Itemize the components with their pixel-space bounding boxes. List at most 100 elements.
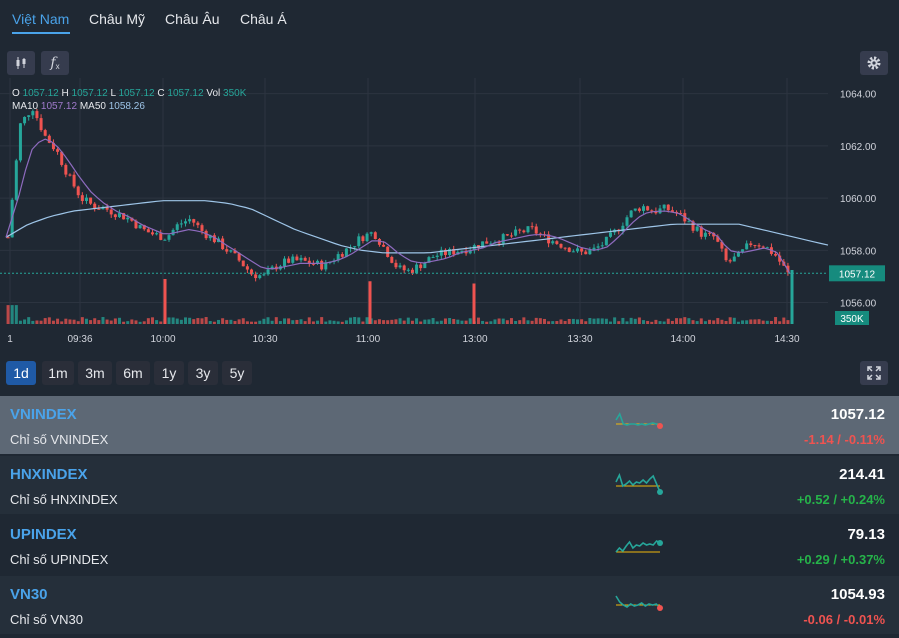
volume-bar bbox=[514, 320, 518, 324]
candle-body bbox=[159, 233, 163, 240]
x-tick-label: 14:00 bbox=[670, 334, 695, 345]
expand-icon[interactable] bbox=[860, 361, 888, 385]
tab-viet-nam[interactable]: Việt Nam bbox=[12, 11, 69, 27]
candle-body bbox=[126, 217, 130, 220]
range-1m-button[interactable]: 1m bbox=[42, 361, 74, 385]
candle-body bbox=[757, 245, 761, 247]
sparkline-path bbox=[615, 595, 661, 609]
volume-bar bbox=[654, 319, 658, 324]
volume-bar bbox=[761, 320, 765, 324]
volume-bar bbox=[786, 320, 790, 324]
volume-bar bbox=[662, 321, 666, 324]
volume-bar bbox=[435, 321, 439, 324]
volume-bar bbox=[703, 321, 707, 324]
sparkline-last-dot bbox=[657, 489, 663, 495]
gear-icon[interactable] bbox=[860, 51, 888, 75]
index-row-vn30[interactable]: VN30 Chỉ số VN30 1054.93 -0.06 / -0.01% bbox=[0, 576, 899, 634]
volume-bar bbox=[23, 319, 27, 324]
volume-spike bbox=[163, 279, 167, 324]
last-price-label: 1057.12 bbox=[839, 269, 876, 280]
sparkline bbox=[615, 595, 663, 611]
volume-bar bbox=[683, 317, 687, 324]
sparkline-path bbox=[615, 539, 661, 553]
volume-bar bbox=[336, 321, 340, 324]
tab-chau-my[interactable]: Châu Mỹ bbox=[89, 11, 145, 27]
volume-bar bbox=[629, 317, 633, 324]
candle-body bbox=[200, 225, 204, 231]
volume-bar bbox=[609, 321, 613, 324]
candle-body bbox=[600, 245, 604, 247]
volume-bar bbox=[241, 318, 245, 324]
tab-chau-a[interactable]: Châu Á bbox=[240, 11, 287, 27]
candle-body bbox=[728, 260, 732, 262]
range-1y-button[interactable]: 1y bbox=[154, 361, 184, 385]
candle-body bbox=[745, 243, 749, 250]
volume-bar bbox=[303, 321, 307, 324]
candle-body bbox=[584, 251, 588, 255]
volume-bar bbox=[402, 320, 406, 324]
candle-body bbox=[509, 235, 513, 237]
candlestick-icon[interactable] bbox=[7, 51, 35, 75]
candle-body bbox=[724, 248, 728, 261]
range-3m-button[interactable]: 3m bbox=[78, 361, 112, 385]
volume-bar bbox=[109, 320, 113, 324]
index-row-vnindex[interactable]: VNINDEX Chỉ số VNINDEX 1057.12 -1.14 / -… bbox=[0, 396, 899, 454]
candle-body bbox=[555, 241, 559, 244]
volume-bar bbox=[324, 321, 328, 324]
volume-bar bbox=[80, 317, 84, 324]
ma10-line bbox=[5, 138, 791, 275]
volume-bar bbox=[295, 319, 299, 324]
volume-bar bbox=[452, 318, 456, 324]
volume-bar bbox=[287, 318, 291, 324]
index-name: Chỉ số HNXINDEX bbox=[10, 492, 118, 507]
volume-bar bbox=[666, 318, 670, 324]
volume-bar bbox=[489, 321, 493, 324]
range-5y-button[interactable]: 5y bbox=[222, 361, 252, 385]
candle-body bbox=[262, 274, 266, 276]
volume-bar bbox=[382, 320, 386, 324]
candle-body bbox=[113, 214, 117, 218]
volume-bar bbox=[427, 319, 431, 324]
candle-body bbox=[43, 130, 47, 136]
candle-body bbox=[357, 236, 361, 247]
volume-bar bbox=[736, 321, 740, 324]
index-row-hnxindex[interactable]: HNXINDEX Chỉ số HNXINDEX 214.41 +0.52 / … bbox=[0, 456, 899, 514]
tab-chau-au[interactable]: Châu Âu bbox=[165, 11, 219, 27]
volume-bar bbox=[179, 319, 183, 324]
y-tick-label: 1062.00 bbox=[840, 142, 877, 153]
index-price: 79.13 bbox=[847, 526, 885, 543]
volume-bar bbox=[588, 318, 592, 324]
volume-bar bbox=[64, 318, 68, 324]
volume-bar bbox=[559, 319, 563, 324]
volume-bar bbox=[56, 318, 60, 324]
volume-bar bbox=[410, 320, 414, 324]
volume-bar bbox=[245, 321, 249, 324]
candle-body bbox=[340, 254, 344, 257]
index-symbol: VNINDEX bbox=[10, 406, 77, 423]
candle-body bbox=[534, 226, 538, 234]
volume-bar bbox=[456, 319, 460, 324]
volume-bar bbox=[262, 318, 266, 324]
index-symbol: HNXINDEX bbox=[10, 466, 88, 483]
candle-body bbox=[563, 247, 567, 249]
range-6m-button[interactable]: 6m bbox=[116, 361, 150, 385]
candle-body bbox=[23, 116, 27, 124]
candle-body bbox=[56, 149, 60, 152]
candle-body bbox=[196, 222, 200, 226]
volume-bar bbox=[547, 321, 551, 324]
volume-bar bbox=[687, 318, 691, 324]
function-icon[interactable]: fx bbox=[41, 51, 69, 75]
volume-bar bbox=[741, 320, 745, 324]
volume-bar bbox=[357, 317, 361, 324]
volume-bar bbox=[377, 319, 381, 324]
candle-body bbox=[14, 160, 18, 200]
candle-body bbox=[435, 255, 439, 258]
volume-bar bbox=[266, 317, 270, 324]
candle-body bbox=[6, 237, 10, 239]
range-1d-button[interactable]: 1d bbox=[6, 361, 36, 385]
index-row-upindex[interactable]: UPINDEX Chỉ số UPINDEX 79.13 +0.29 / +0.… bbox=[0, 516, 899, 574]
volume-bar bbox=[712, 320, 716, 324]
price-chart[interactable]: O 1057.12 H 1057.12 L 1057.12 C 1057.12 … bbox=[0, 78, 899, 360]
range-3y-button[interactable]: 3y bbox=[188, 361, 218, 385]
volume-bar bbox=[225, 319, 229, 324]
